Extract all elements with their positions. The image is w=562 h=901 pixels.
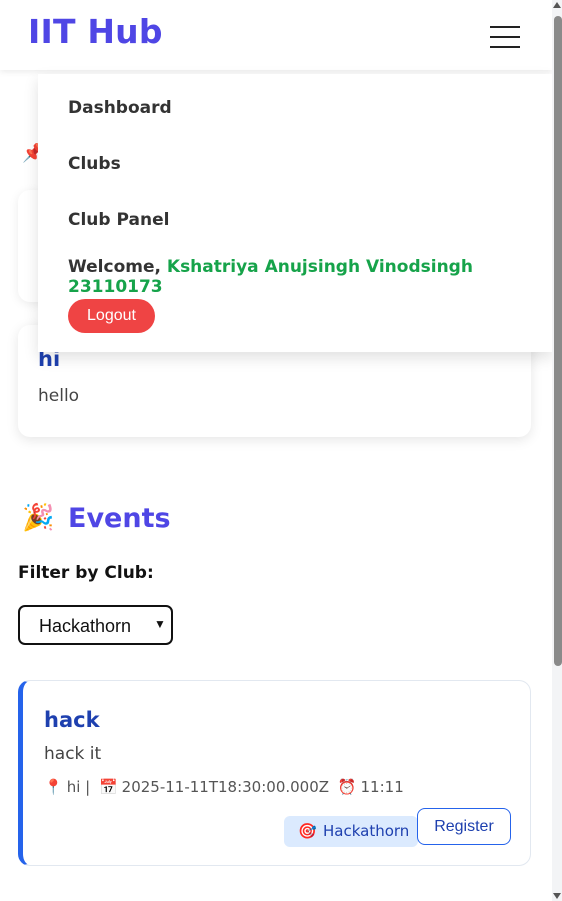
- announcement-body: hello: [38, 386, 80, 406]
- register-button[interactable]: Register: [417, 808, 511, 845]
- event-club-name: Hackathorn: [323, 822, 410, 840]
- scroll-down-arrow-icon[interactable]: [553, 893, 561, 899]
- menu-item-club-panel[interactable]: Club Panel: [68, 210, 169, 230]
- navbar: IIT Hub: [0, 0, 552, 70]
- event-card: hack hack it 📍 hi | 📅 2025-11-11T18:30:00.…: [18, 680, 531, 866]
- menu-item-dashboard[interactable]: Dashboard: [68, 98, 172, 118]
- target-icon: 🎯: [298, 822, 317, 840]
- welcome-message: Welcome, Kshatriya Anujsingh Vinodsingh …: [68, 257, 552, 297]
- club-filter-select[interactable]: Hackathorn ▼: [18, 605, 173, 645]
- calendar-icon: 📅: [98, 778, 118, 796]
- menu-item-clubs[interactable]: Clubs: [68, 154, 121, 174]
- chevron-down-icon: ▼: [154, 617, 166, 631]
- event-club-badge: 🎯 Hackathorn: [284, 816, 418, 847]
- party-popper-icon: 🎉: [22, 503, 55, 533]
- hamburger-menu-icon[interactable]: [488, 24, 522, 50]
- event-meta: 📍 hi | 📅 2025-11-11T18:30:00.000Z ⏰ 11:11: [44, 778, 408, 796]
- event-time: 11:11: [360, 778, 404, 796]
- vertical-scrollbar[interactable]: [552, 0, 562, 901]
- filter-label: Filter by Club:: [18, 563, 154, 583]
- event-location: hi |: [66, 778, 91, 796]
- brand-logo[interactable]: IIT Hub: [28, 12, 163, 51]
- event-description: hack it: [44, 744, 102, 764]
- scroll-up-arrow-icon[interactable]: [553, 2, 561, 8]
- club-filter-value: Hackathorn: [39, 616, 132, 636]
- page: 📌 hi hello 🎉 Events Filter by Club: Hack…: [0, 0, 552, 901]
- alarm-clock-icon: ⏰: [337, 778, 357, 796]
- location-pin-icon: 📍: [44, 778, 63, 796]
- welcome-prefix: Welcome,: [68, 257, 167, 277]
- nav-dropdown-menu: Dashboard Clubs Club Panel Welcome, Ksha…: [38, 74, 552, 352]
- event-date: 2025-11-11T18:30:00.000Z: [121, 778, 330, 796]
- scrollbar-thumb[interactable]: [554, 16, 562, 666]
- events-title: Events: [68, 503, 171, 534]
- event-title: hack: [44, 708, 100, 732]
- logout-button[interactable]: Logout: [68, 299, 155, 333]
